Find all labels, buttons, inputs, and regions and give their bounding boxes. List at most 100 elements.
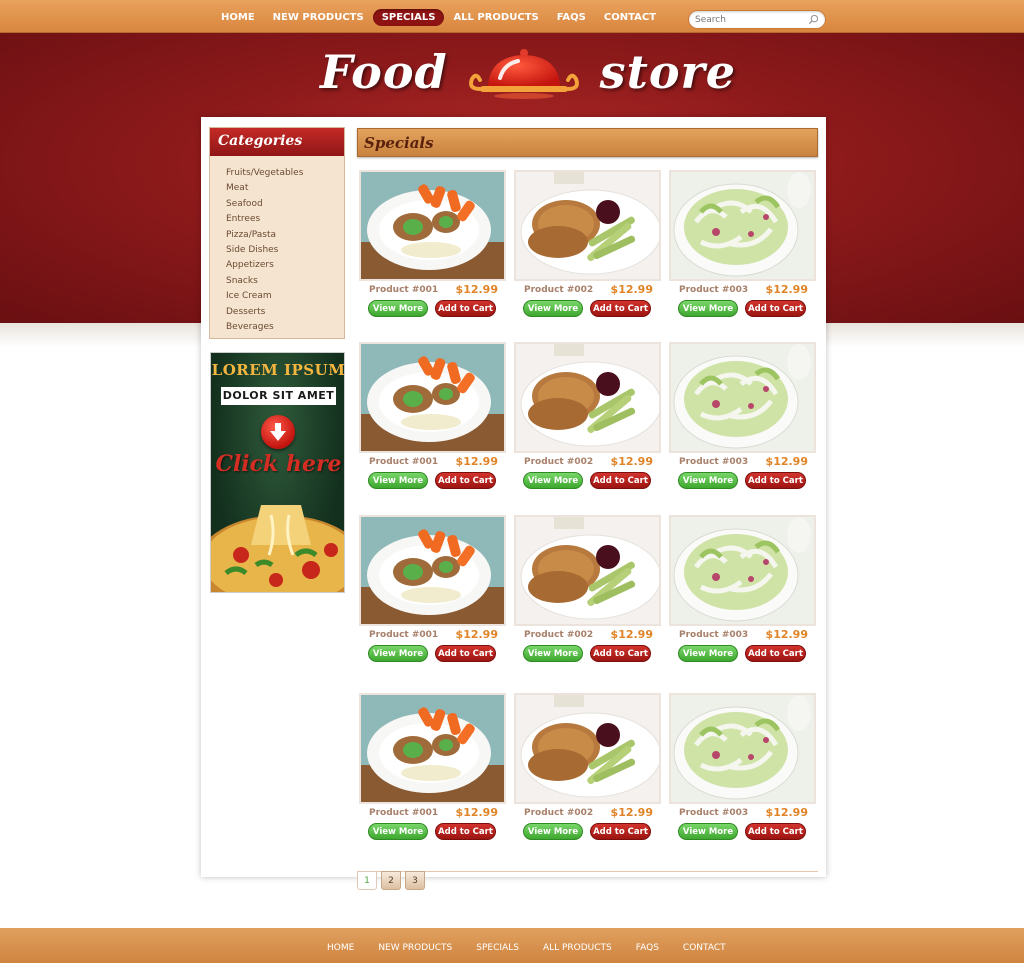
view-more-button[interactable]: View More bbox=[678, 300, 738, 317]
product-name[interactable]: Product #001 bbox=[369, 285, 438, 295]
product-name[interactable]: Product #002 bbox=[524, 285, 593, 295]
nav-all-products[interactable]: ALL PRODUCTS bbox=[444, 9, 547, 26]
add-to-cart-button[interactable]: Add to Cart bbox=[435, 472, 496, 489]
product-image[interactable] bbox=[669, 170, 816, 281]
product-image[interactable] bbox=[669, 515, 816, 626]
product-image[interactable] bbox=[514, 693, 661, 804]
product-card: Product #002 $12.99 View More Add to Cart bbox=[514, 515, 661, 691]
product-card: Product #003 $12.99 View More Add to Cart bbox=[669, 342, 816, 518]
product-name[interactable]: Product #003 bbox=[679, 808, 748, 818]
cloche-icon bbox=[468, 49, 579, 99]
category-item[interactable]: Entrees bbox=[226, 212, 303, 227]
add-to-cart-button[interactable]: Add to Cart bbox=[745, 472, 806, 489]
view-more-button[interactable]: View More bbox=[368, 472, 428, 489]
add-to-cart-button[interactable]: Add to Cart bbox=[745, 645, 806, 662]
product-name[interactable]: Product #002 bbox=[524, 630, 593, 640]
category-item[interactable]: Snacks bbox=[226, 274, 303, 289]
product-image[interactable] bbox=[359, 170, 506, 281]
footer-nav: HOME NEW PRODUCTS SPECIALS ALL PRODUCTS … bbox=[315, 943, 738, 953]
product-image[interactable] bbox=[669, 342, 816, 453]
product-price: $12.99 bbox=[455, 283, 498, 296]
nav-home[interactable]: HOME bbox=[212, 9, 264, 26]
footer-home[interactable]: HOME bbox=[315, 943, 366, 953]
add-to-cart-button[interactable]: Add to Cart bbox=[435, 300, 496, 317]
add-to-cart-button[interactable]: Add to Cart bbox=[745, 300, 806, 317]
product-image[interactable] bbox=[359, 342, 506, 453]
add-to-cart-button[interactable]: Add to Cart bbox=[590, 300, 651, 317]
view-more-button[interactable]: View More bbox=[523, 823, 583, 840]
page-2[interactable]: 2 bbox=[381, 871, 401, 890]
pagination-divider bbox=[357, 871, 818, 872]
nav-new-products[interactable]: NEW PRODUCTS bbox=[264, 9, 373, 26]
search-icon[interactable] bbox=[808, 14, 819, 25]
category-item[interactable]: Desserts bbox=[226, 305, 303, 320]
promo-banner[interactable]: LOREM IPSUM DOLOR SIT AMET Click here bbox=[210, 352, 345, 593]
nav-specials[interactable]: SPECIALS bbox=[372, 9, 445, 26]
view-more-button[interactable]: View More bbox=[523, 645, 583, 662]
view-more-button[interactable]: View More bbox=[368, 823, 428, 840]
add-to-cart-button[interactable]: Add to Cart bbox=[590, 823, 651, 840]
category-item[interactable]: Beverages bbox=[226, 320, 303, 335]
view-more-button[interactable]: View More bbox=[523, 300, 583, 317]
product-card: Product #001 $12.99 View More Add to Cart bbox=[359, 170, 506, 346]
search-input[interactable] bbox=[695, 13, 805, 27]
footer-specials[interactable]: SPECIALS bbox=[464, 943, 531, 953]
product-name[interactable]: Product #003 bbox=[679, 630, 748, 640]
footer-all-products[interactable]: ALL PRODUCTS bbox=[531, 943, 624, 953]
category-item[interactable]: Ice Cream bbox=[226, 289, 303, 304]
product-card: Product #002 $12.99 View More Add to Cart bbox=[514, 170, 661, 346]
footer-faqs[interactable]: FAQS bbox=[624, 943, 671, 953]
add-to-cart-button[interactable]: Add to Cart bbox=[590, 645, 651, 662]
category-item[interactable]: Fruits/Vegetables bbox=[226, 166, 303, 181]
product-image[interactable] bbox=[514, 342, 661, 453]
category-item[interactable]: Seafood bbox=[226, 197, 303, 212]
product-price: $12.99 bbox=[455, 455, 498, 468]
view-more-button[interactable]: View More bbox=[368, 300, 428, 317]
product-price: $12.99 bbox=[455, 628, 498, 641]
category-item[interactable]: Side Dishes bbox=[226, 243, 303, 258]
page-1[interactable]: 1 bbox=[357, 871, 377, 890]
product-name[interactable]: Product #003 bbox=[679, 285, 748, 295]
logo[interactable]: Food store bbox=[320, 40, 736, 104]
top-nav-bar: HOME NEW PRODUCTS SPECIALS ALL PRODUCTS … bbox=[0, 0, 1024, 33]
product-name[interactable]: Product #001 bbox=[369, 808, 438, 818]
view-more-button[interactable]: View More bbox=[678, 472, 738, 489]
categories-list: Fruits/Vegetables Meat Seafood Entrees P… bbox=[226, 166, 303, 335]
add-to-cart-button[interactable]: Add to Cart bbox=[745, 823, 806, 840]
product-price: $12.99 bbox=[610, 283, 653, 296]
footer-contact[interactable]: CONTACT bbox=[671, 943, 738, 953]
category-item[interactable]: Appetizers bbox=[226, 258, 303, 273]
category-item[interactable]: Meat bbox=[226, 181, 303, 196]
nav-contact[interactable]: CONTACT bbox=[595, 9, 665, 26]
product-image[interactable] bbox=[669, 693, 816, 804]
view-more-button[interactable]: View More bbox=[678, 645, 738, 662]
product-name[interactable]: Product #002 bbox=[524, 457, 593, 467]
arrow-down-icon bbox=[261, 415, 295, 449]
product-image[interactable] bbox=[359, 515, 506, 626]
product-card: Product #003 $12.99 View More Add to Cart bbox=[669, 515, 816, 691]
product-card: Product #003 $12.99 View More Add to Cart bbox=[669, 693, 816, 869]
nav-faqs[interactable]: FAQS bbox=[548, 9, 595, 26]
product-price: $12.99 bbox=[455, 806, 498, 819]
footer-new-products[interactable]: NEW PRODUCTS bbox=[366, 943, 464, 953]
category-item[interactable]: Pizza/Pasta bbox=[226, 228, 303, 243]
view-more-button[interactable]: View More bbox=[678, 823, 738, 840]
product-price: $12.99 bbox=[610, 628, 653, 641]
categories-box: Categories Fruits/Vegetables Meat Seafoo… bbox=[209, 127, 345, 339]
add-to-cart-button[interactable]: Add to Cart bbox=[435, 823, 496, 840]
product-name[interactable]: Product #003 bbox=[679, 457, 748, 467]
add-to-cart-button[interactable]: Add to Cart bbox=[435, 645, 496, 662]
add-to-cart-button[interactable]: Add to Cart bbox=[590, 472, 651, 489]
product-price: $12.99 bbox=[765, 455, 808, 468]
promo-cta: Click here bbox=[215, 451, 342, 477]
product-name[interactable]: Product #002 bbox=[524, 808, 593, 818]
product-image[interactable] bbox=[359, 693, 506, 804]
view-more-button[interactable]: View More bbox=[523, 472, 583, 489]
page-3[interactable]: 3 bbox=[405, 871, 425, 890]
product-image[interactable] bbox=[514, 515, 661, 626]
product-name[interactable]: Product #001 bbox=[369, 630, 438, 640]
product-name[interactable]: Product #001 bbox=[369, 457, 438, 467]
product-image[interactable] bbox=[514, 170, 661, 281]
top-nav: HOME NEW PRODUCTS SPECIALS ALL PRODUCTS … bbox=[212, 9, 665, 26]
view-more-button[interactable]: View More bbox=[368, 645, 428, 662]
